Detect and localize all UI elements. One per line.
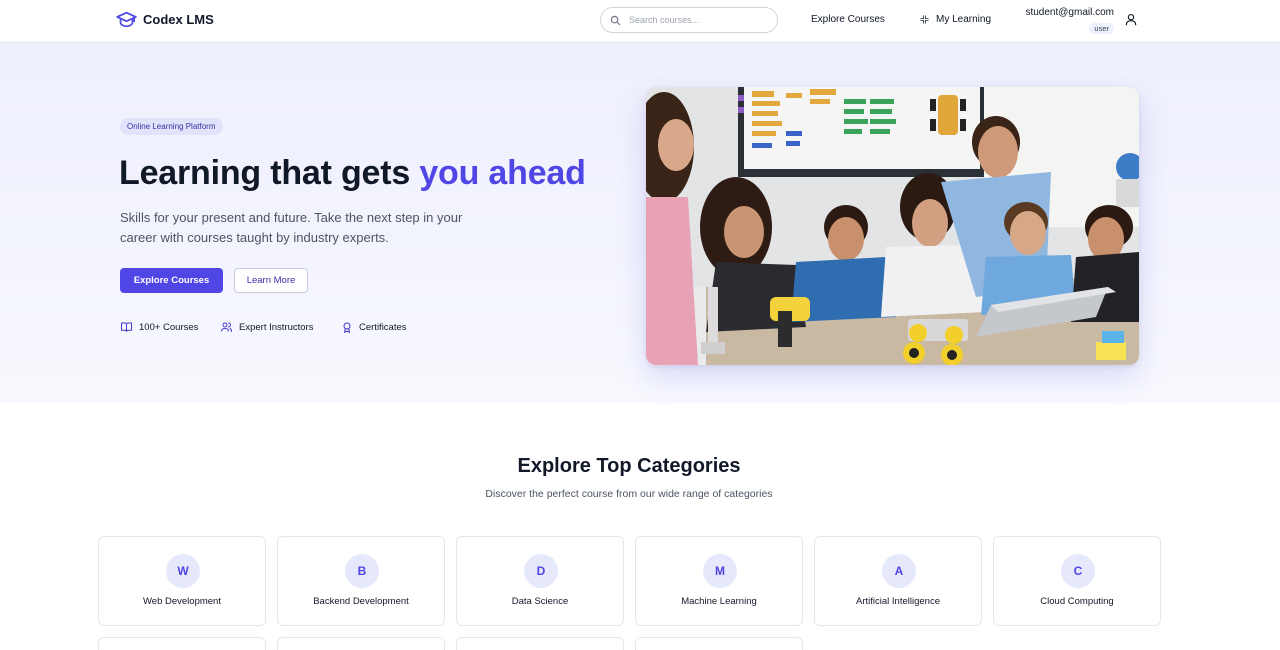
user-role-badge: user — [1089, 23, 1114, 34]
category-letter-avatar: C — [1061, 554, 1095, 588]
shrink-icon — [920, 15, 929, 24]
category-name: Machine Learning — [681, 596, 757, 607]
nav-my-learning[interactable]: My Learning — [919, 14, 991, 25]
nav-explore-courses[interactable]: Explore Courses — [811, 14, 885, 25]
hero-badge: Online Learning Platform — [120, 118, 223, 135]
user-email: student@gmail.com — [1025, 7, 1114, 18]
navbar: Codex LMS Explore Courses My Learning st… — [0, 0, 1280, 43]
category-card-partial[interactable] — [98, 637, 266, 650]
category-card-partial[interactable] — [277, 637, 445, 650]
category-letter-avatar: M — [703, 554, 737, 588]
learn-more-button[interactable]: Learn More — [234, 268, 308, 293]
category-card-machine-learning[interactable]: M Machine Learning — [635, 536, 803, 626]
category-card-cloud-computing[interactable]: C Cloud Computing — [993, 536, 1161, 626]
book-open-icon — [121, 322, 132, 332]
category-name: Artificial Intelligence — [856, 596, 940, 607]
logo[interactable]: Codex LMS — [116, 11, 214, 28]
feature-courses: 100+ Courses — [120, 321, 198, 333]
feature-courses-label: 100+ Courses — [139, 321, 199, 333]
hero-image — [646, 87, 1139, 365]
category-card-data-science[interactable]: D Data Science — [456, 536, 624, 626]
category-letter-avatar: W — [166, 554, 200, 588]
hero-title-accent: you ahead — [419, 154, 586, 192]
search-input[interactable] — [629, 15, 759, 25]
award-icon — [343, 322, 351, 333]
logo-text: Codex LMS — [143, 12, 214, 27]
search-icon — [610, 15, 621, 25]
search-bar[interactable] — [600, 7, 778, 33]
feature-instructors-label: Expert Instructors — [239, 321, 314, 333]
category-letter-avatar: D — [524, 554, 558, 588]
category-name: Web Development — [143, 596, 221, 607]
hero-subtitle: Skills for your present and future. Take… — [120, 210, 463, 245]
feature-certificates: Certificates — [341, 321, 407, 334]
categories-subtitle: Discover the perfect course from our wid… — [485, 488, 773, 500]
users-icon — [221, 322, 232, 332]
category-letter-avatar: A — [882, 554, 916, 588]
category-name: Cloud Computing — [1040, 596, 1114, 607]
categories-title: Explore Top Categories — [517, 455, 741, 477]
graduation-cap-icon — [116, 11, 137, 28]
category-card-partial[interactable] — [635, 637, 803, 650]
nav-my-learning-label: My Learning — [936, 14, 992, 25]
user-info: student@gmail.com user — [1024, 7, 1114, 36]
category-card-web-development[interactable]: W Web Development — [98, 536, 266, 626]
explore-courses-button[interactable]: Explore Courses — [120, 268, 223, 293]
hero-section: Online Learning Platform Learning that g… — [0, 43, 1280, 403]
user-icon[interactable] — [1124, 12, 1138, 27]
category-card-backend-development[interactable]: B Backend Development — [277, 536, 445, 626]
hero-title: Learning that gets you ahead — [119, 154, 586, 193]
nav-explore-label: Explore Courses — [811, 14, 885, 25]
feature-certificates-label: Certificates — [359, 322, 407, 333]
category-name: Data Science — [511, 596, 569, 607]
category-card-partial[interactable] — [456, 637, 624, 650]
category-name: Backend Development — [313, 596, 409, 607]
hero-title-main: Learning that gets — [119, 154, 420, 192]
feature-instructors: Expert Instructors — [220, 321, 313, 333]
category-card-artificial-intelligence[interactable]: A Artificial Intelligence — [814, 536, 982, 626]
category-letter-avatar: B — [345, 554, 379, 588]
